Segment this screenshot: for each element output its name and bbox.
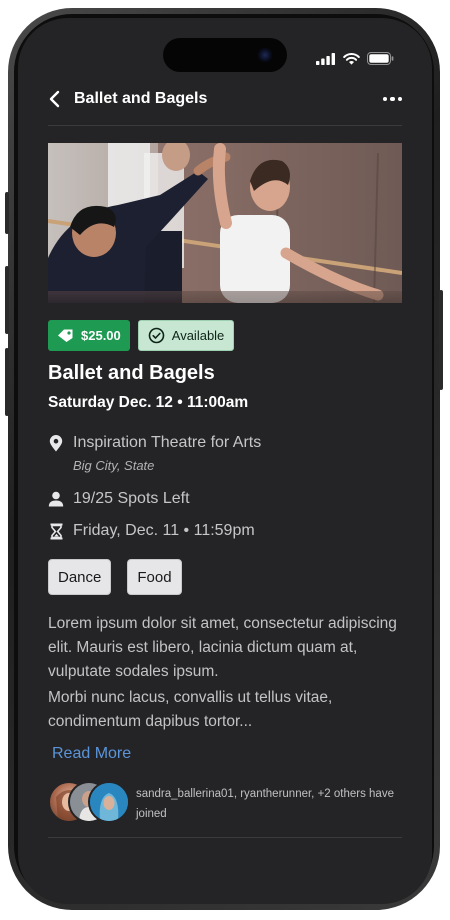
map-pin-icon [49, 435, 63, 452]
check-circle-icon [148, 327, 165, 344]
price-label: $25.00 [81, 328, 121, 343]
header-divider [48, 125, 402, 126]
back-button[interactable] [48, 88, 70, 110]
action-button [5, 192, 9, 234]
description-paragraph-1: Lorem ipsum dolor sit amet, consectetur … [48, 615, 397, 680]
event-badges: $25.00 Available [48, 320, 235, 351]
dynamic-island [163, 38, 287, 72]
more-horizontal-icon [382, 96, 387, 102]
venue-row: Inspiration Theatre for Arts Big City, S… [48, 434, 261, 473]
availability-label: Available [171, 328, 225, 343]
tag-food[interactable]: Food [127, 559, 182, 595]
battery-icon [367, 52, 394, 65]
event-datetime: Saturday Dec. 12 • 11:00am [48, 394, 249, 411]
chevron-left-icon [49, 90, 60, 108]
event-hero-image [48, 143, 402, 303]
power-button [439, 290, 443, 390]
description-paragraph-2: Morbi nunc lacus, convallis ut tellus vi… [48, 689, 333, 730]
person-icon [48, 491, 64, 507]
avatar [88, 781, 130, 823]
attendee-avatars[interactable] [48, 781, 130, 823]
price-badge: $25.00 [48, 320, 130, 351]
venue-location: Big City, State [73, 458, 155, 473]
event-title: Ballet and Bagels [48, 362, 215, 384]
status-bar [316, 52, 394, 65]
more-options-button[interactable] [382, 96, 402, 102]
category-tags: Dance Food [48, 559, 182, 595]
price-tag-icon [58, 329, 73, 342]
read-more-link[interactable]: Read More [52, 745, 131, 763]
page-title: Ballet and Bagels [74, 90, 208, 107]
ballet-class-photo [48, 143, 402, 303]
cellular-signal-icon [316, 52, 335, 65]
registration-deadline: Friday, Dec. 11 • 11:59pm [73, 522, 255, 539]
availability-badge: Available [137, 320, 235, 351]
hourglass-icon [50, 523, 62, 540]
volume-up-button [5, 266, 9, 334]
venue-name: Inspiration Theatre for Arts [73, 434, 262, 451]
app-screen: Ballet and Bagels $25.00 Available Balle… [18, 18, 432, 904]
spots-left: 19/25 Spots Left [73, 490, 190, 507]
joined-text: sandra_ballerina01, ryantherunner, +2 ot… [136, 788, 394, 820]
wifi-icon [343, 52, 360, 65]
footer-divider [48, 837, 402, 838]
tag-dance[interactable]: Dance [48, 559, 112, 595]
deadline-row: Friday, Dec. 11 • 11:59pm [48, 522, 255, 540]
camera-icon [257, 47, 273, 63]
volume-down-button [5, 348, 9, 416]
top-nav-bar: Ballet and Bagels [48, 88, 402, 110]
spots-row: 19/25 Spots Left [48, 490, 190, 508]
